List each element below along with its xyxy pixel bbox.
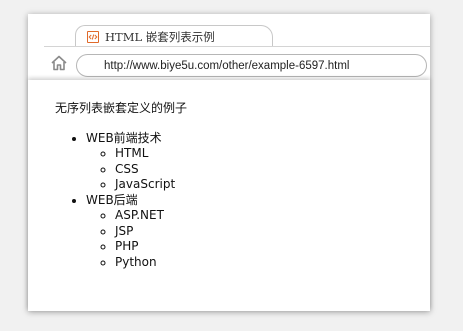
list-item-group: WEB前端技术 HTML CSS JavaScript (86, 131, 430, 193)
tab-title: HTML 嵌套列表示例 (105, 29, 215, 44)
list-item: CSS (115, 162, 430, 178)
outer-list: WEB前端技术 HTML CSS JavaScript WEB后端 ASP.NE… (86, 131, 430, 271)
list-item: Python (115, 255, 430, 271)
nested-list: HTML CSS JavaScript (115, 146, 430, 193)
page-content: 无序列表嵌套定义的例子 WEB前端技术 HTML CSS JavaScript … (28, 80, 430, 311)
address-url: http://www.biye5u.com/other/example-6597… (104, 59, 350, 72)
list-item: JavaScript (115, 177, 430, 193)
list-item: HTML (115, 146, 430, 162)
list-item-group: WEB后端 ASP.NET JSP PHP Python (86, 193, 430, 271)
browser-tab[interactable]: HTML 嵌套列表示例 (75, 25, 273, 47)
page-heading: 无序列表嵌套定义的例子 (55, 101, 188, 115)
group-label: WEB后端 (86, 192, 138, 207)
address-bar[interactable]: http://www.biye5u.com/other/example-6597… (76, 54, 427, 77)
list-item: PHP (115, 239, 430, 255)
browser-chrome: HTML 嵌套列表示例 http://www.biye5u.com/other/… (28, 14, 430, 80)
browser-window: HTML 嵌套列表示例 http://www.biye5u.com/other/… (28, 14, 430, 311)
list-item: JSP (115, 224, 430, 240)
list-item: ASP.NET (115, 208, 430, 224)
code-file-icon (87, 30, 99, 43)
tab-strip-divider (44, 46, 430, 47)
group-label: WEB前端技术 (86, 130, 162, 145)
home-icon[interactable] (50, 55, 68, 71)
nested-list: ASP.NET JSP PHP Python (115, 208, 430, 270)
